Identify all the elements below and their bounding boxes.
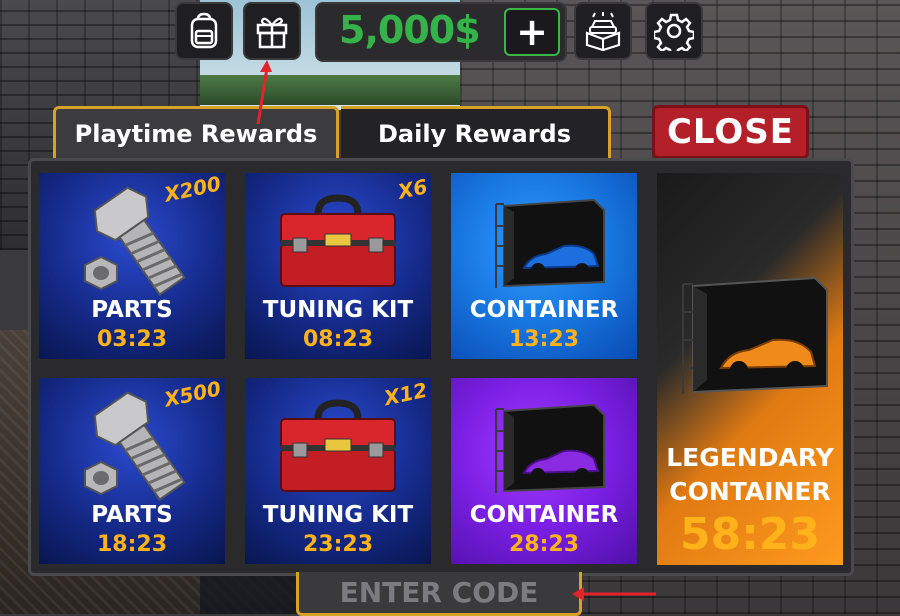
reward-name: TUNING KIT	[262, 502, 414, 528]
toolbox-icon	[245, 181, 431, 301]
reward-timer: 28:23	[508, 532, 580, 557]
grass-backdrop	[160, 75, 460, 105]
reward-timer: 13:23	[508, 327, 580, 352]
money-amount: 5,000$	[339, 8, 481, 52]
reward-card-tuning-kit-2[interactable]: X12 TUNING KIT 23:23	[245, 378, 431, 564]
bolt-nut-icon	[39, 386, 225, 506]
reward-name: CONTAINER	[469, 502, 619, 528]
backpack-button[interactable]	[175, 2, 233, 60]
tab-daily-rewards[interactable]: Daily Rewards	[341, 106, 611, 158]
reward-timer: 03:23	[96, 327, 168, 352]
reward-card-parts-1[interactable]: X200 PARTS 03:23	[39, 173, 225, 359]
gift-icon	[256, 17, 288, 49]
reward-card-container-1[interactable]: CONTAINER 13:23	[451, 173, 637, 359]
reward-card-parts-2[interactable]: X500 PARTS 18:23	[39, 378, 225, 564]
reward-name: TUNING KIT	[262, 297, 414, 323]
reward-name: CONTAINER	[469, 297, 619, 323]
settings-button[interactable]	[645, 2, 703, 60]
car-crate-button[interactable]	[574, 2, 632, 60]
legendary-timer: 58:23	[679, 509, 821, 560]
reward-timer: 18:23	[96, 532, 168, 557]
legendary-title-line2: CONTAINER	[669, 477, 831, 506]
toolbox-icon	[245, 386, 431, 506]
rewards-panel: X200 PARTS 03:23 X6 TUNING KIT 08:23 CON…	[28, 158, 854, 576]
reward-card-legendary-container[interactable]: LEGENDARY CONTAINER 58:23	[657, 173, 843, 565]
reward-timer: 23:23	[302, 532, 374, 557]
reward-name: PARTS	[91, 502, 173, 528]
reward-card-tuning-kit-1[interactable]: X6 TUNING KIT 08:23	[245, 173, 431, 359]
car-crate-icon	[585, 12, 621, 51]
close-button[interactable]: CLOSE	[652, 105, 809, 159]
enter-code-button[interactable]: ENTER CODE	[296, 572, 582, 616]
legendary-title-line1: LEGENDARY	[666, 443, 834, 472]
bolt-nut-icon	[39, 181, 225, 301]
reward-card-container-2[interactable]: CONTAINER 28:23	[451, 378, 637, 564]
gift-button[interactable]	[243, 2, 301, 60]
container-blue-car-icon	[451, 181, 637, 301]
reward-timer: 08:23	[302, 327, 374, 352]
reward-name: PARTS	[91, 297, 173, 323]
add-money-button[interactable]: +	[504, 8, 560, 56]
container-purple-car-icon	[451, 386, 637, 506]
tab-playtime-rewards[interactable]: Playtime Rewards	[53, 106, 339, 158]
currency-display: 5,000$ +	[315, 2, 567, 62]
container-orange-car-icon	[657, 263, 843, 403]
gear-icon	[654, 13, 694, 51]
backpack-icon	[190, 12, 218, 49]
